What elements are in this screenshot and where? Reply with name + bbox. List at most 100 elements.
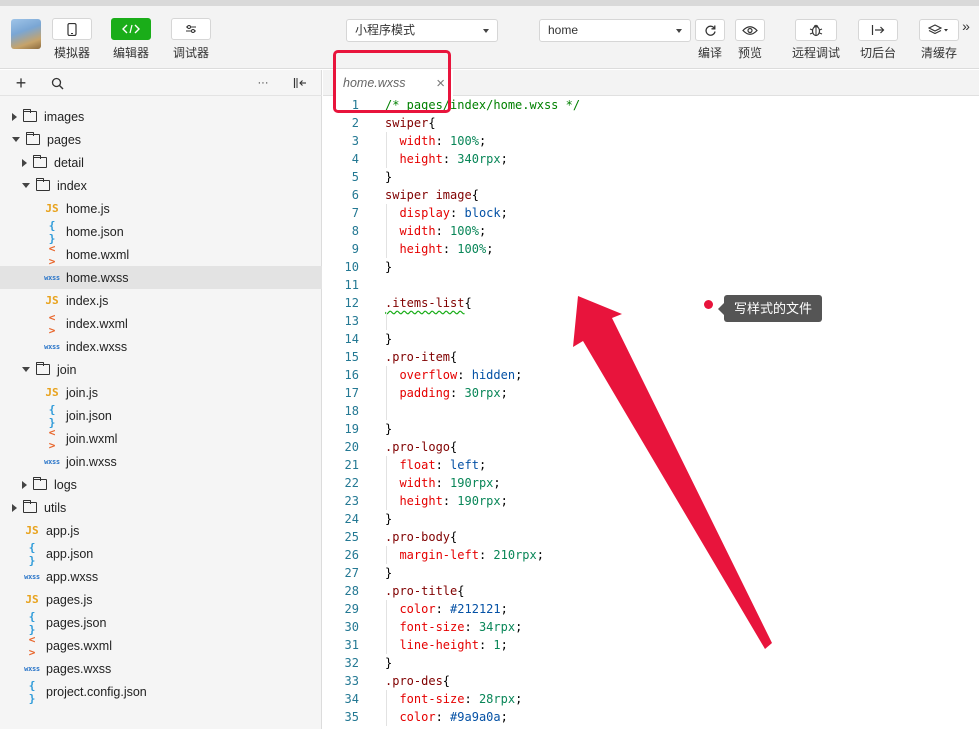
tree-item[interactable]: wxss home.wxss <box>0 266 322 289</box>
avatar[interactable] <box>11 19 41 49</box>
tree-item-label: join.js <box>66 385 98 400</box>
tree-item[interactable]: { } app.json <box>0 541 322 567</box>
tree-item[interactable]: { } join.json <box>0 403 322 429</box>
tree-item[interactable]: wxss index.wxss <box>0 335 322 358</box>
code-line[interactable]: 8 width: 100%; <box>323 222 979 240</box>
tree-item[interactable]: JS app.js <box>0 519 322 542</box>
remote-debug-label: 远程调试 <box>791 46 840 60</box>
tree-item[interactable]: images <box>0 105 322 128</box>
editor-button[interactable] <box>111 18 151 40</box>
page-select[interactable]: home <box>539 19 691 42</box>
code-text: } <box>385 332 393 346</box>
code-line[interactable]: 34 font-size: 28rpx; <box>323 690 979 708</box>
tree-item[interactable]: { } project.config.json <box>0 679 322 705</box>
tree-item[interactable]: JS home.js <box>0 197 322 220</box>
tree-item[interactable]: detail <box>0 151 322 174</box>
code-line[interactable]: 19} <box>323 420 979 438</box>
simulator-button[interactable] <box>52 18 92 40</box>
tree-item[interactable]: < > join.wxml <box>0 426 322 452</box>
chevron-down-icon[interactable] <box>22 367 30 372</box>
code-line[interactable]: 10} <box>323 258 979 276</box>
remote-debug-button[interactable] <box>795 19 837 41</box>
search-icon[interactable] <box>48 74 66 92</box>
code-line[interactable]: 14} <box>323 330 979 348</box>
indent-guide <box>386 600 387 654</box>
code-line[interactable]: 21 float: left; <box>323 456 979 474</box>
simulator-label: 模拟器 <box>53 46 90 60</box>
code-line[interactable]: 13 <box>323 312 979 330</box>
switch-background-icon <box>871 25 885 35</box>
line-number: 18 <box>344 404 359 418</box>
code-line[interactable]: 22 width: 190rpx; <box>323 474 979 492</box>
compile-button[interactable] <box>695 19 725 41</box>
code-line[interactable]: 17 padding: 30rpx; <box>323 384 979 402</box>
chevron-right-icon[interactable] <box>12 503 17 512</box>
code-line[interactable]: 16 overflow: hidden; <box>323 366 979 384</box>
tree-item[interactable]: < > home.wxml <box>0 242 322 268</box>
tree-item[interactable]: wxss join.wxss <box>0 450 322 473</box>
add-icon[interactable]: + <box>12 73 30 93</box>
code-line[interactable]: 15 .pro-item{ <box>323 348 979 366</box>
tree-item[interactable]: wxss pages.wxss <box>0 657 322 680</box>
tree-item-label: pages.wxss <box>46 661 112 676</box>
code-line[interactable]: 32} <box>323 654 979 672</box>
code-line[interactable]: 3 width: 100%; <box>323 132 979 150</box>
tree-item[interactable]: JS pages.js <box>0 588 322 611</box>
tree-item[interactable]: < > index.wxml <box>0 311 322 337</box>
collapse-panel-icon[interactable] <box>291 74 309 92</box>
chevron-down-icon[interactable] <box>12 137 20 142</box>
code-line[interactable]: 20 .pro-logo{ <box>323 438 979 456</box>
tree-item[interactable]: wxss app.wxss <box>0 565 322 588</box>
code-line[interactable]: 28 .pro-title{ <box>323 582 979 600</box>
folder-icon <box>33 155 47 168</box>
code-line[interactable]: 25 .pro-body{ <box>323 528 979 546</box>
tree-item-label: home.wxss <box>66 270 129 285</box>
tree-item[interactable]: utils <box>0 496 322 519</box>
tab-highlight-box <box>333 50 451 113</box>
tree-item[interactable]: { } pages.json <box>0 610 322 636</box>
code-line[interactable]: 23 height: 190rpx; <box>323 492 979 510</box>
code-line[interactable]: 31 line-height: 1; <box>323 636 979 654</box>
code-line[interactable]: 27} <box>323 564 979 582</box>
background-label: 切后台 <box>859 46 896 60</box>
code-line[interactable]: 11 <box>323 276 979 294</box>
code-line[interactable]: 30 font-size: 34rpx; <box>323 618 979 636</box>
code-line[interactable]: 24} <box>323 510 979 528</box>
preview-button[interactable] <box>735 19 765 41</box>
code-line[interactable]: 12 .items-list{ <box>323 294 979 312</box>
code-line[interactable]: 2 swiper{ <box>323 114 979 132</box>
tree-item[interactable]: { } home.json <box>0 219 322 245</box>
code-line[interactable]: 33 .pro-des{ <box>323 672 979 690</box>
chevron-right-icon[interactable] <box>12 112 17 121</box>
tree-item[interactable]: JS index.js <box>0 289 322 312</box>
tree-item[interactable]: pages <box>0 128 322 151</box>
code-line[interactable]: 26 margin-left: 210rpx; <box>323 546 979 564</box>
more-icon[interactable]: ··· <box>254 74 272 92</box>
annotation-dot <box>704 300 713 309</box>
tree-item[interactable]: index <box>0 174 322 197</box>
chevron-down-icon[interactable] <box>22 183 30 188</box>
code-text: height: 100%; <box>399 242 494 256</box>
chevron-right-icon[interactable] <box>22 158 27 167</box>
debugger-button[interactable] <box>171 18 211 40</box>
tree-item[interactable]: < > pages.wxml <box>0 633 322 659</box>
code-line[interactable]: 6 swiper image{ <box>323 186 979 204</box>
code-line[interactable]: 7 display: block; <box>323 204 979 222</box>
background-button[interactable] <box>858 19 898 41</box>
clear-cache-button[interactable] <box>919 19 959 41</box>
tree-item-label: index <box>57 178 87 193</box>
js-file-icon: JS <box>25 524 39 537</box>
mode-select[interactable]: 小程序模式 <box>346 19 498 42</box>
tree-item[interactable]: join <box>0 358 322 381</box>
code-area[interactable]: 1/* pages/index/home.wxss */2 swiper{3 wi… <box>323 96 979 729</box>
code-line[interactable]: 29 color: #212121; <box>323 600 979 618</box>
code-line[interactable]: 35 color: #9a9a0a; <box>323 708 979 726</box>
code-line[interactable]: 18 <box>323 402 979 420</box>
tree-item[interactable]: JS join.js <box>0 381 322 404</box>
chevron-right-icon[interactable] <box>22 480 27 489</box>
more-tools-button[interactable]: » <box>956 18 976 34</box>
tree-item[interactable]: logs <box>0 473 322 496</box>
code-line[interactable]: 9 height: 100%; <box>323 240 979 258</box>
code-line[interactable]: 5} <box>323 168 979 186</box>
code-line[interactable]: 4 height: 340rpx; <box>323 150 979 168</box>
